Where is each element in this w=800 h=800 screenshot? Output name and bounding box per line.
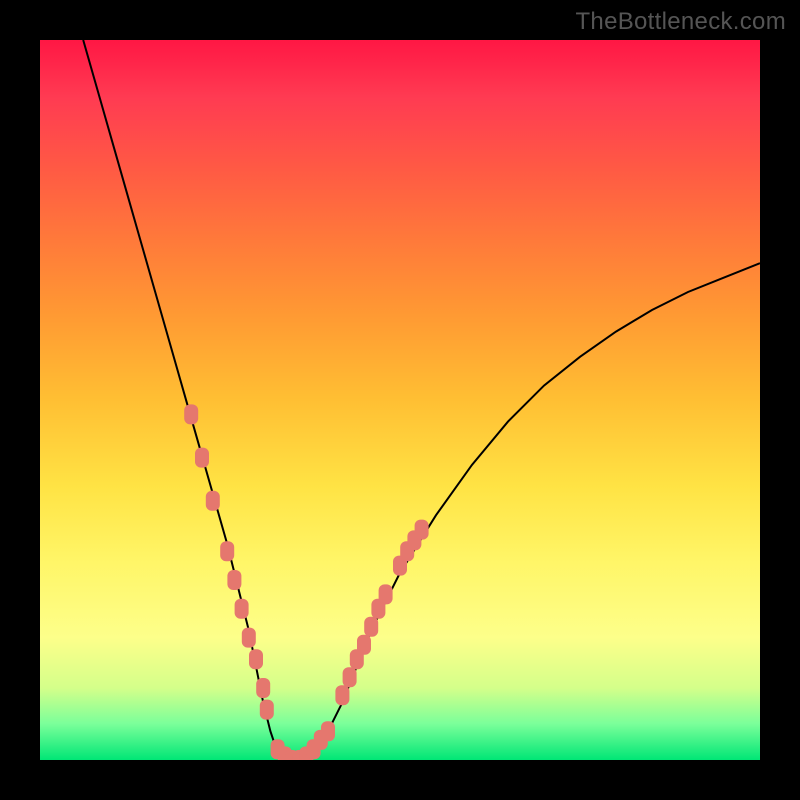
data-point	[379, 584, 393, 604]
data-point	[235, 599, 249, 619]
data-point	[364, 617, 378, 637]
data-point	[227, 570, 241, 590]
data-point	[335, 685, 349, 705]
data-point	[343, 667, 357, 687]
bottleneck-curve	[83, 40, 760, 760]
chart-overlay	[40, 40, 760, 760]
data-point	[249, 649, 263, 669]
watermark-text: TheBottleneck.com	[575, 8, 786, 36]
data-point	[260, 700, 274, 720]
data-point	[220, 541, 234, 561]
highlighted-data-points	[184, 404, 428, 760]
data-point	[256, 678, 270, 698]
data-point	[184, 404, 198, 424]
data-point	[206, 491, 220, 511]
data-point	[195, 448, 209, 468]
data-point	[321, 721, 335, 741]
data-point	[357, 635, 371, 655]
data-point	[242, 628, 256, 648]
data-point	[415, 520, 429, 540]
